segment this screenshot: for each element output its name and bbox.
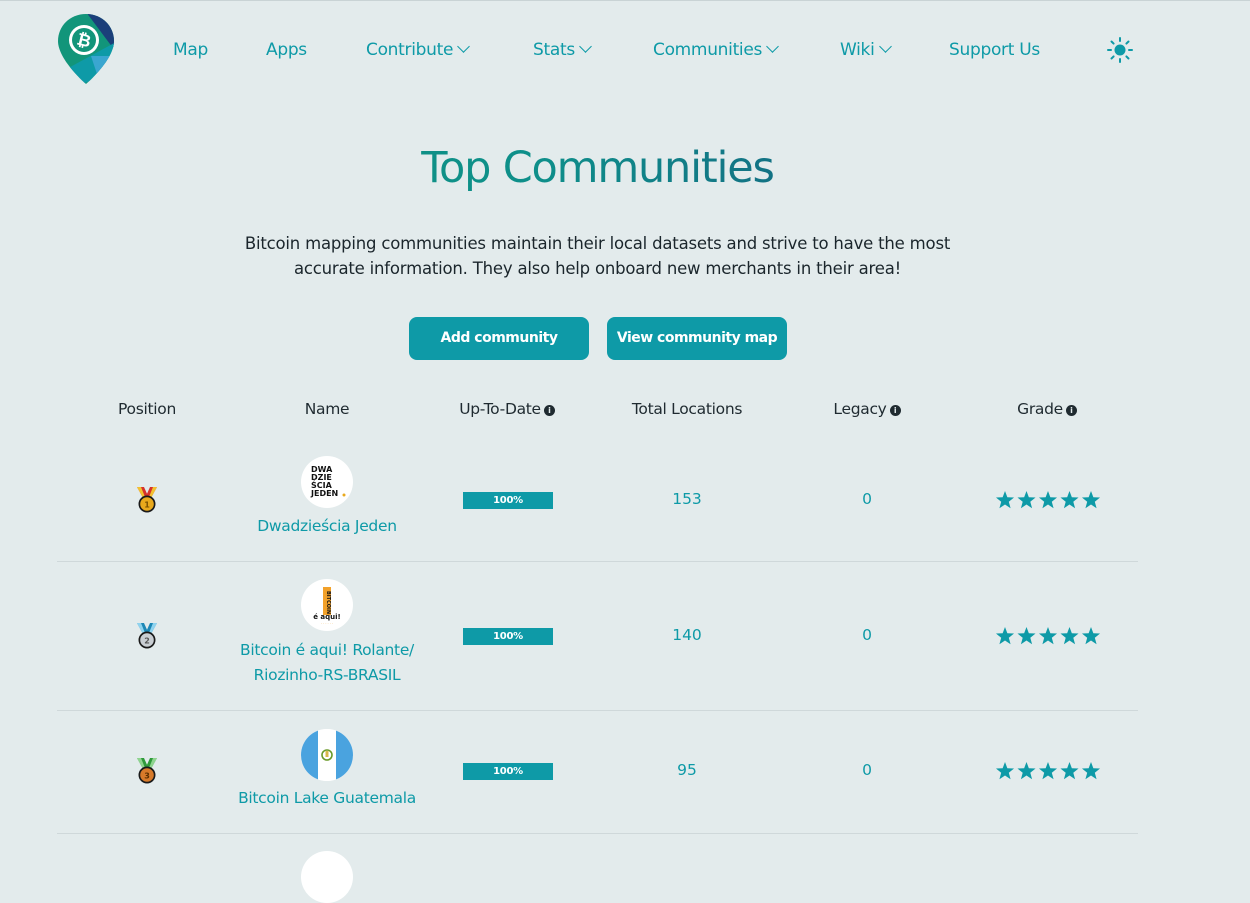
community-name-link[interactable]: Bitcoin Lake Guatemala [207,786,447,811]
community-avatar[interactable] [301,851,353,903]
nav-map[interactable]: Map [173,36,208,64]
star-icon [1017,762,1036,780]
nav-stats-label: Stats [533,40,575,60]
top-border [0,0,1250,1]
grade-stars [995,627,1101,645]
nav-support-us[interactable]: Support Us [949,36,1040,64]
chevron-down-icon [579,40,592,53]
view-community-map-button[interactable]: View community map [607,317,787,360]
up-to-date-progress-bar: 100% [463,763,553,780]
header-legacy[interactable]: Legacy i [807,398,927,420]
header-total-locations[interactable]: Total Locations [617,398,757,420]
up-to-date-progress-bar: 100% [463,628,553,645]
nav-map-label: Map [173,40,208,60]
progress-label: 100% [493,766,523,777]
nav-apps-label: Apps [266,40,307,60]
progress-label: 100% [493,631,523,642]
info-icon[interactable]: i [889,405,901,416]
svg-text:BITCOIN: BITCOIN [325,591,331,614]
nav-contribute-label: Contribute [366,40,454,60]
up-to-date-progress-bar: 100% [463,492,553,509]
total-locations-value: 95 [677,761,697,779]
nav-communities[interactable]: Communities [653,36,779,64]
community-avatar[interactable]: BITCOIN é aqui! · · · · · · [301,579,353,631]
legacy-value: 0 [862,626,872,644]
star-icon [995,491,1015,509]
header-up-to-date[interactable]: Up-To-Date i [437,398,577,420]
nav-apps[interactable]: Apps [266,36,307,64]
nav-communities-label: Communities [653,40,763,60]
nav-support-us-label: Support Us [949,40,1040,60]
legacy-value: 0 [862,490,872,508]
legacy-value: 0 [862,761,872,779]
header-position-label: Position [118,400,176,418]
star-icon [1060,762,1079,780]
header-legacy-label: Legacy [833,400,887,418]
header-up-to-date-label: Up-To-Date [459,400,541,418]
header-name[interactable]: Name [267,398,387,420]
svg-text:JEDEN: JEDEN [310,489,338,498]
star-icon [995,627,1015,645]
community-avatar[interactable] [301,729,353,781]
add-community-button[interactable]: Add community [409,317,589,360]
nav-wiki[interactable]: Wiki [840,36,892,64]
star-icon [1081,762,1101,780]
community-name-link[interactable]: Bitcoin é aqui! Rolante/ Riozinho-RS-BRA… [207,638,447,688]
star-icon [1081,627,1101,645]
progress-label: 100% [493,495,523,506]
sun-icon [1107,37,1133,63]
star-icon [995,762,1015,780]
header-position[interactable]: Position [87,398,207,420]
total-locations-value: 140 [672,626,702,644]
svg-text:2: 2 [144,637,150,646]
community-name-link[interactable]: Dwadzieścia Jeden [207,514,447,539]
header-grade[interactable]: Grade i [987,398,1107,420]
info-icon[interactable]: i [543,405,555,416]
chevron-down-icon [766,40,779,53]
star-icon [1081,491,1101,509]
page-description: Bitcoin mapping communities maintain the… [244,234,951,278]
star-icon [1017,627,1036,645]
svg-text:3: 3 [144,772,150,781]
total-locations-value: 153 [672,490,702,508]
main-nav: Map Apps Contribute Stats Communities Wi… [0,36,1250,64]
nav-wiki-label: Wiki [840,40,875,60]
header-name-label: Name [304,400,350,418]
star-icon [1038,627,1058,645]
chevron-down-icon [457,40,470,53]
grade-stars [995,762,1101,780]
page-title: Top Communities [0,140,1195,196]
svg-text:1: 1 [144,501,150,510]
header-grade-label: Grade [1017,400,1063,418]
nav-contribute[interactable]: Contribute [366,36,470,64]
row-divider [57,561,1138,562]
star-icon [1060,491,1079,509]
star-icon [1060,627,1079,645]
community-avatar[interactable]: DWA DZIE ŚCIA JEDEN [301,456,353,508]
info-icon[interactable]: i [1065,405,1077,416]
gold-medal-icon: 1 [137,487,157,513]
theme-toggle-button[interactable] [1106,36,1134,64]
star-icon [1038,762,1058,780]
bronze-medal-icon: 3 [137,758,157,784]
svg-text:é aqui!: é aqui! [313,613,341,621]
row-divider [57,710,1138,711]
row-divider [57,833,1138,834]
svg-text:· · · · · ·: · · · · · · [321,622,333,626]
star-icon [1017,491,1036,509]
grade-stars [995,491,1101,509]
chevron-down-icon [878,40,892,53]
nav-stats[interactable]: Stats [533,36,592,64]
header-total-locations-label: Total Locations [631,400,743,418]
star-icon [1038,491,1058,509]
silver-medal-icon: 2 [137,623,157,649]
